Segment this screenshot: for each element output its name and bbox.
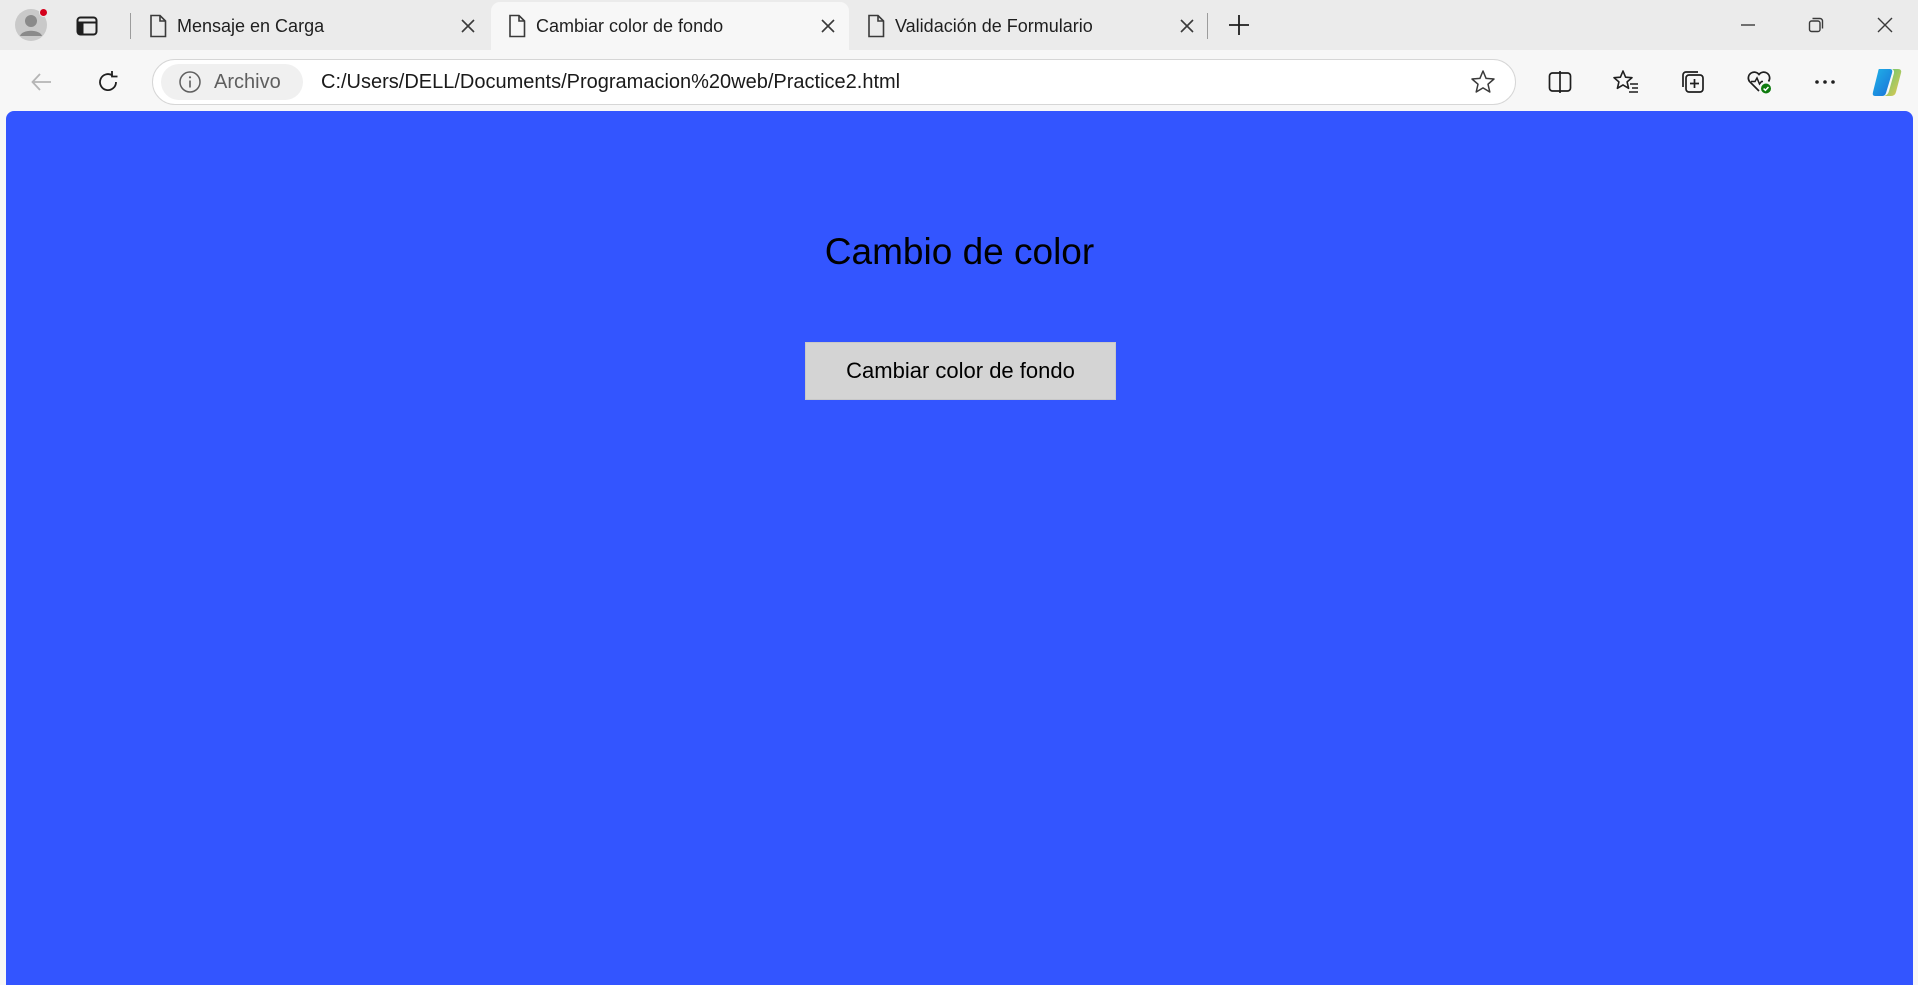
tab-cambiar-color-de-fondo[interactable]: Cambiar color de fondo <box>491 2 849 50</box>
close-icon[interactable] <box>1178 17 1196 35</box>
copilot-icon[interactable] <box>1870 65 1904 99</box>
info-icon <box>179 71 201 93</box>
minimize-icon[interactable] <box>1735 12 1761 38</box>
profile-icon[interactable] <box>14 8 48 42</box>
page-heading: Cambio de color <box>824 231 1095 272</box>
tab-divider <box>1207 13 1208 39</box>
tab-mensaje-en-carga[interactable]: Mensaje en Carga <box>132 4 489 48</box>
site-info-label: Archivo <box>214 70 281 93</box>
tab-bar: Mensaje en Carga Cambiar color de fondo … <box>0 0 1918 50</box>
tab-label: Cambiar color de fondo <box>536 15 724 36</box>
site-info-button[interactable]: Archivo <box>161 64 303 100</box>
close-icon[interactable] <box>459 17 477 35</box>
page-icon <box>868 14 885 38</box>
window-close-icon[interactable] <box>1872 12 1898 38</box>
close-icon[interactable] <box>819 17 837 35</box>
tab-divider <box>130 13 131 39</box>
split-screen-icon[interactable] <box>1543 65 1577 99</box>
back-icon[interactable] <box>25 65 59 99</box>
tab-label: Mensaje en Carga <box>177 15 325 36</box>
notification-dot <box>39 8 48 17</box>
restore-icon[interactable] <box>1803 12 1829 38</box>
collections-icon[interactable] <box>1676 65 1710 99</box>
tab-actions-icon[interactable] <box>72 11 102 41</box>
favorite-star-icon[interactable] <box>1469 68 1497 96</box>
page-viewport: Cambio de color Cambiar color de fondo <box>6 111 1913 985</box>
url-text[interactable]: C:/Users/DELL/Documents/Programacion%20w… <box>321 71 900 94</box>
navigation-toolbar: Archivo C:/Users/DELL/Documents/Programa… <box>0 50 1918 110</box>
page-icon <box>150 14 167 38</box>
address-bar[interactable]: Archivo C:/Users/DELL/Documents/Programa… <box>152 59 1516 105</box>
new-tab-icon[interactable] <box>1224 10 1254 40</box>
more-icon[interactable] <box>1808 65 1842 99</box>
tab-label: Validación de Formulario <box>895 15 1093 36</box>
browser-essentials-icon[interactable] <box>1742 65 1776 99</box>
page-icon <box>509 14 526 38</box>
change-background-button[interactable]: Cambiar color de fondo <box>805 342 1116 400</box>
refresh-icon[interactable] <box>91 65 125 99</box>
tab-validacion-de-formulario[interactable]: Validación de Formulario <box>850 4 1208 48</box>
favorites-icon[interactable] <box>1609 65 1643 99</box>
